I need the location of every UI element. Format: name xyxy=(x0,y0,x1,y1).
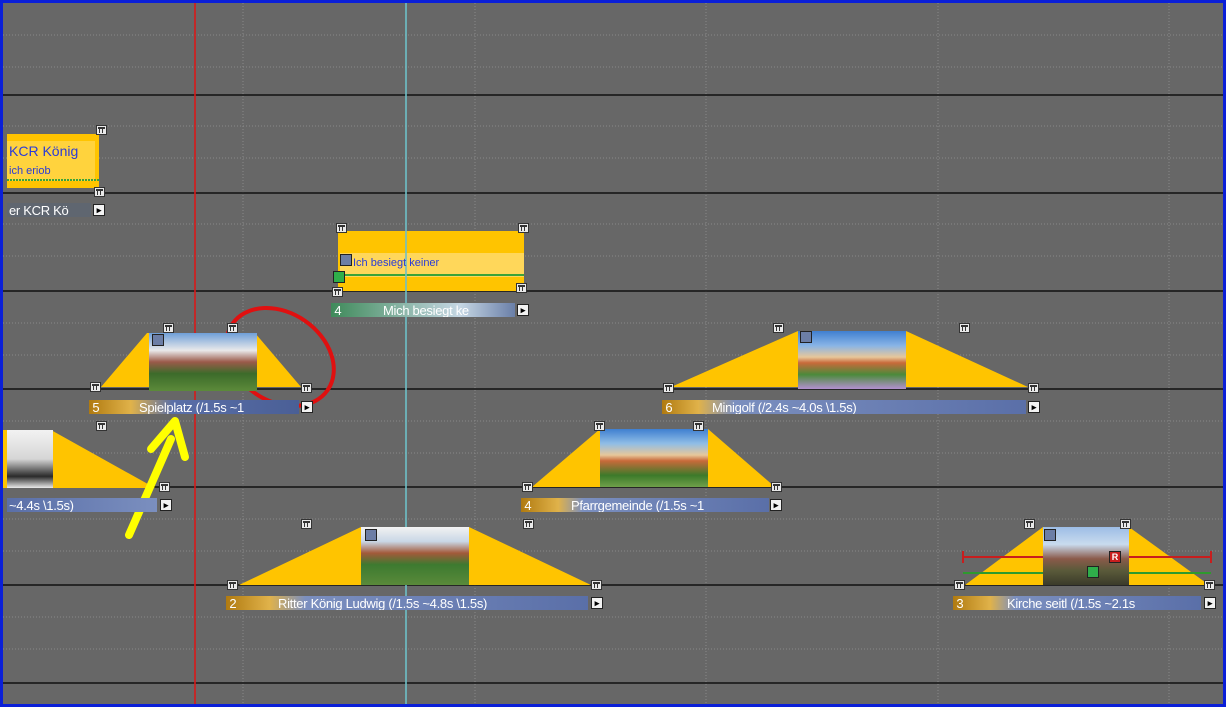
clip-label-text: Spielplatz (/1.5s ~1 xyxy=(139,400,244,414)
clip-menu-button[interactable]: ▸ xyxy=(770,499,782,511)
clip-number: 6 xyxy=(665,400,673,414)
clip-number: 2 xyxy=(229,596,237,610)
clip-label-text: ~4.4s \1.5s) xyxy=(9,498,74,512)
clip-number: 4 xyxy=(334,303,342,317)
clip-label-text: Pfarrgemeinde (/1.5s ~1 xyxy=(571,498,704,512)
clip-handle-icon[interactable] xyxy=(771,482,782,492)
clip-handle-icon[interactable] xyxy=(336,223,347,233)
thumb-pfarrgemeinde xyxy=(600,429,708,487)
clip-handle-icon[interactable] xyxy=(301,383,312,393)
clip-menu-button[interactable]: ▸ xyxy=(160,499,172,511)
koenig-title-text: KCR König xyxy=(9,143,79,159)
clip-handle-icon[interactable] xyxy=(301,519,312,529)
clip-label-kirche[interactable]: 3 Kirche seitl (/1.5s ~2.1s xyxy=(953,596,1201,610)
select-box-icon[interactable] xyxy=(365,529,377,541)
clip-handle-icon[interactable] xyxy=(954,580,965,590)
clip-handle-icon[interactable] xyxy=(773,323,784,333)
clip-label-mich[interactable]: 4 Mich besiegt ke xyxy=(331,303,515,317)
thumb-minigolf xyxy=(798,331,906,389)
clip-handle-icon[interactable] xyxy=(227,580,238,590)
clip-number: 3 xyxy=(956,596,964,610)
clip-label-pfarrgemeinde[interactable]: 4 Pfarrgemeinde (/1.5s ~1 xyxy=(521,498,769,512)
clip-menu-button[interactable]: ▸ xyxy=(301,401,313,413)
select-box-icon[interactable] xyxy=(152,334,164,346)
clip-handle-icon[interactable] xyxy=(518,223,529,233)
clip-handle-icon[interactable] xyxy=(90,382,101,392)
clip-menu-button[interactable]: ▸ xyxy=(591,597,603,609)
clip-menu-button[interactable]: ▸ xyxy=(1204,597,1216,609)
clip-handle-icon[interactable] xyxy=(1204,580,1215,590)
mich-title-text: Ich besiegt keiner xyxy=(353,257,440,269)
clip-menu-button[interactable]: ▸ xyxy=(517,304,529,316)
clip-handle-icon[interactable] xyxy=(94,187,105,197)
link-green-icon[interactable] xyxy=(1087,566,1099,578)
clip-label-left[interactable]: ~4.4s \1.5s) xyxy=(7,498,157,512)
clip-handle-icon[interactable] xyxy=(1120,519,1131,529)
clip-label-text: Kirche seitl (/1.5s ~2.1s xyxy=(1007,596,1135,610)
clip-label-minigolf[interactable]: 6 Minigolf (/2.4s ~4.0s \1.5s) xyxy=(662,400,1026,414)
clip-handle-icon[interactable] xyxy=(1024,519,1035,529)
clip-number: 5 xyxy=(92,400,100,414)
clip-menu-button[interactable]: ▸ xyxy=(1028,401,1040,413)
thumb-spielplatz xyxy=(149,333,257,391)
clip-handle-icon[interactable] xyxy=(522,482,533,492)
clip-label-koenig[interactable]: er KCR Kö xyxy=(7,203,91,217)
clip-handle-icon[interactable] xyxy=(523,519,534,529)
koenig-subtitle-text: ich eriob xyxy=(9,165,51,177)
clip-handle-icon[interactable] xyxy=(159,482,170,492)
clip-handle-icon[interactable] xyxy=(516,283,527,293)
thumb-left xyxy=(7,430,53,488)
clip-handle-icon[interactable] xyxy=(693,421,704,431)
clip-label-text: Minigolf (/2.4s ~4.0s \1.5s) xyxy=(712,400,857,414)
clip-handle-icon[interactable] xyxy=(1028,383,1039,393)
select-box-icon[interactable] xyxy=(800,331,812,343)
select-box-icon[interactable] xyxy=(340,254,352,266)
link-green-icon[interactable] xyxy=(333,271,345,283)
thumb-ritter xyxy=(361,527,469,585)
clip-handle-icon[interactable] xyxy=(96,421,107,431)
clip-label-text: Ritter König Ludwig (/1.5s ~4.8s \1.5s) xyxy=(278,596,488,610)
select-box-icon[interactable] xyxy=(1044,529,1056,541)
clip-menu-button[interactable]: ▸ xyxy=(93,204,105,216)
clip-number: 4 xyxy=(524,498,532,512)
clip-handle-icon[interactable] xyxy=(594,421,605,431)
clip-label-spielplatz[interactable]: 5 Spielplatz (/1.5s ~1 xyxy=(89,400,299,414)
clip-label-text: er KCR Kö xyxy=(9,203,69,217)
clip-handle-icon[interactable] xyxy=(163,323,174,333)
annotation-arrow xyxy=(125,417,189,539)
clip-handle-icon[interactable] xyxy=(227,323,238,333)
clip-handle-icon[interactable] xyxy=(591,580,602,590)
clip-handle-icon[interactable] xyxy=(96,125,107,135)
clip-label-text: Mich besiegt ke xyxy=(383,303,469,317)
clip-handle-icon[interactable] xyxy=(663,383,674,393)
record-r-icon[interactable]: R xyxy=(1109,551,1121,563)
clip-label-ritter[interactable]: 2 Ritter König Ludwig (/1.5s ~4.8s \1.5s… xyxy=(226,596,588,610)
timeline-panel[interactable]: KCR König ich eriob Ich besiegt keiner R… xyxy=(0,0,1226,707)
clip-handle-icon[interactable] xyxy=(959,323,970,333)
clip-handle-icon[interactable] xyxy=(332,287,343,297)
